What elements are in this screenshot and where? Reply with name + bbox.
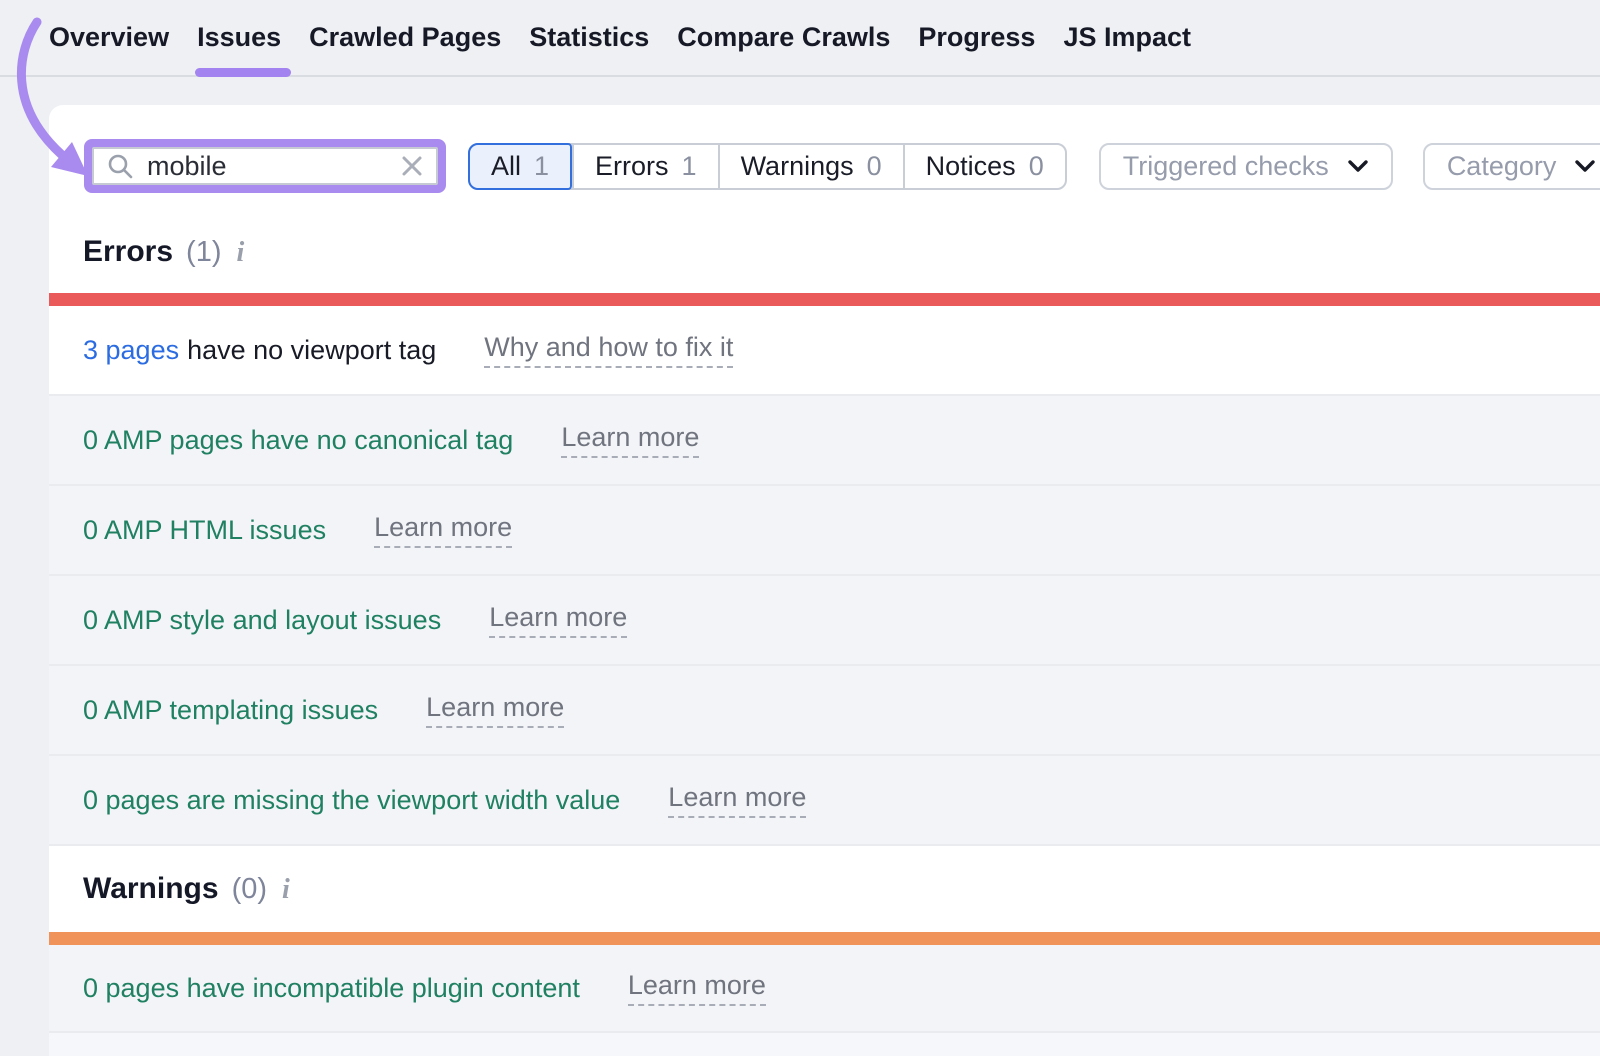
filter-errors-label: Errors bbox=[595, 151, 669, 182]
tab-progress[interactable]: Progress bbox=[918, 0, 1035, 75]
tab-overview[interactable]: Overview bbox=[49, 0, 169, 75]
triggered-checks-label: Triggered checks bbox=[1123, 151, 1329, 182]
learn-more-link[interactable]: Learn more bbox=[628, 970, 766, 1006]
category-label: Category bbox=[1447, 151, 1557, 182]
search-input[interactable] bbox=[147, 151, 387, 182]
filter-bar: All 1 Errors 1 Warnings 0 Notices 0 Trig… bbox=[84, 139, 1600, 193]
filter-notices-count: 0 bbox=[1029, 151, 1044, 182]
learn-more-link[interactable]: Learn more bbox=[426, 692, 564, 728]
why-how-to-fix-link[interactable]: Why and how to fix it bbox=[484, 332, 733, 368]
issue-row-amp-canonical: 0 AMP pages have no canonical tag Learn … bbox=[49, 396, 1600, 486]
warnings-severity-bar bbox=[49, 932, 1600, 945]
learn-more-link[interactable]: Learn more bbox=[668, 782, 806, 818]
info-icon[interactable]: i bbox=[282, 875, 290, 905]
triggered-checks-dropdown[interactable]: Triggered checks bbox=[1099, 143, 1393, 190]
clear-icon[interactable] bbox=[400, 154, 424, 178]
info-icon[interactable]: i bbox=[237, 238, 245, 268]
learn-more-link[interactable]: Learn more bbox=[489, 602, 627, 638]
issue-row-viewport-width: 0 pages are missing the viewport width v… bbox=[49, 756, 1600, 846]
issue-search[interactable] bbox=[92, 147, 438, 185]
errors-section-heading: Errors (1) i bbox=[49, 237, 1600, 268]
warnings-title: Warnings bbox=[83, 874, 219, 904]
category-dropdown[interactable]: Category bbox=[1423, 143, 1600, 190]
issue-text: 0 pages are missing the viewport width v… bbox=[83, 785, 620, 816]
filter-all-label: All bbox=[491, 151, 521, 182]
issue-text: 0 AMP style and layout issues bbox=[83, 605, 441, 636]
tab-compare-crawls[interactable]: Compare Crawls bbox=[677, 0, 890, 75]
issue-text: have no viewport tag bbox=[187, 335, 436, 366]
errors-title: Errors bbox=[83, 237, 173, 267]
search-icon bbox=[106, 152, 134, 180]
warnings-count: (0) bbox=[232, 874, 267, 904]
issue-text: 0 AMP HTML issues bbox=[83, 515, 326, 546]
warnings-section-heading: Warnings (0) i bbox=[49, 874, 1600, 905]
filter-all[interactable]: All 1 bbox=[468, 143, 572, 190]
errors-count: (1) bbox=[186, 237, 221, 267]
issue-row-no-viewport-tag: 3 pages have no viewport tag Why and how… bbox=[49, 306, 1600, 396]
severity-filter: All 1 Errors 1 Warnings 0 Notices 0 bbox=[468, 143, 1067, 190]
errors-severity-bar bbox=[49, 293, 1600, 306]
filter-warnings-label: Warnings bbox=[741, 151, 854, 182]
filter-warnings-count: 0 bbox=[867, 151, 882, 182]
tab-statistics[interactable]: Statistics bbox=[529, 0, 649, 75]
tab-issues[interactable]: Issues bbox=[197, 0, 281, 75]
filter-notices[interactable]: Notices 0 bbox=[903, 145, 1065, 188]
issue-row-amp-style-layout: 0 AMP style and layout issues Learn more bbox=[49, 576, 1600, 666]
chevron-down-icon bbox=[1347, 159, 1369, 173]
issue-row-amp-html: 0 AMP HTML issues Learn more bbox=[49, 486, 1600, 576]
issue-text: 0 AMP pages have no canonical tag bbox=[83, 425, 513, 456]
issue-text: 0 AMP templating issues bbox=[83, 695, 378, 726]
filter-notices-label: Notices bbox=[926, 151, 1016, 182]
filter-errors-count: 1 bbox=[682, 151, 697, 182]
tab-js-impact[interactable]: JS Impact bbox=[1063, 0, 1191, 75]
learn-more-link[interactable]: Learn more bbox=[561, 422, 699, 458]
issue-text: 0 pages have incompatible plugin content bbox=[83, 973, 580, 1004]
report-tabs: Overview Issues Crawled Pages Statistics… bbox=[0, 0, 1600, 77]
learn-more-link[interactable]: Learn more bbox=[374, 512, 512, 548]
chevron-down-icon bbox=[1574, 159, 1596, 173]
filter-warnings[interactable]: Warnings 0 bbox=[718, 145, 903, 188]
issues-panel: All 1 Errors 1 Warnings 0 Notices 0 Trig… bbox=[49, 105, 1600, 1056]
issue-row-amp-templating: 0 AMP templating issues Learn more bbox=[49, 666, 1600, 756]
issue-row-plugin-content: 0 pages have incompatible plugin content… bbox=[49, 945, 1600, 1033]
affected-pages-link[interactable]: 3 pages bbox=[83, 335, 179, 366]
filter-all-count: 1 bbox=[534, 151, 549, 182]
filter-errors[interactable]: Errors 1 bbox=[572, 145, 718, 188]
tab-crawled-pages[interactable]: Crawled Pages bbox=[309, 0, 501, 75]
search-highlight-box bbox=[84, 139, 446, 193]
next-row-partial bbox=[49, 1033, 1600, 1056]
